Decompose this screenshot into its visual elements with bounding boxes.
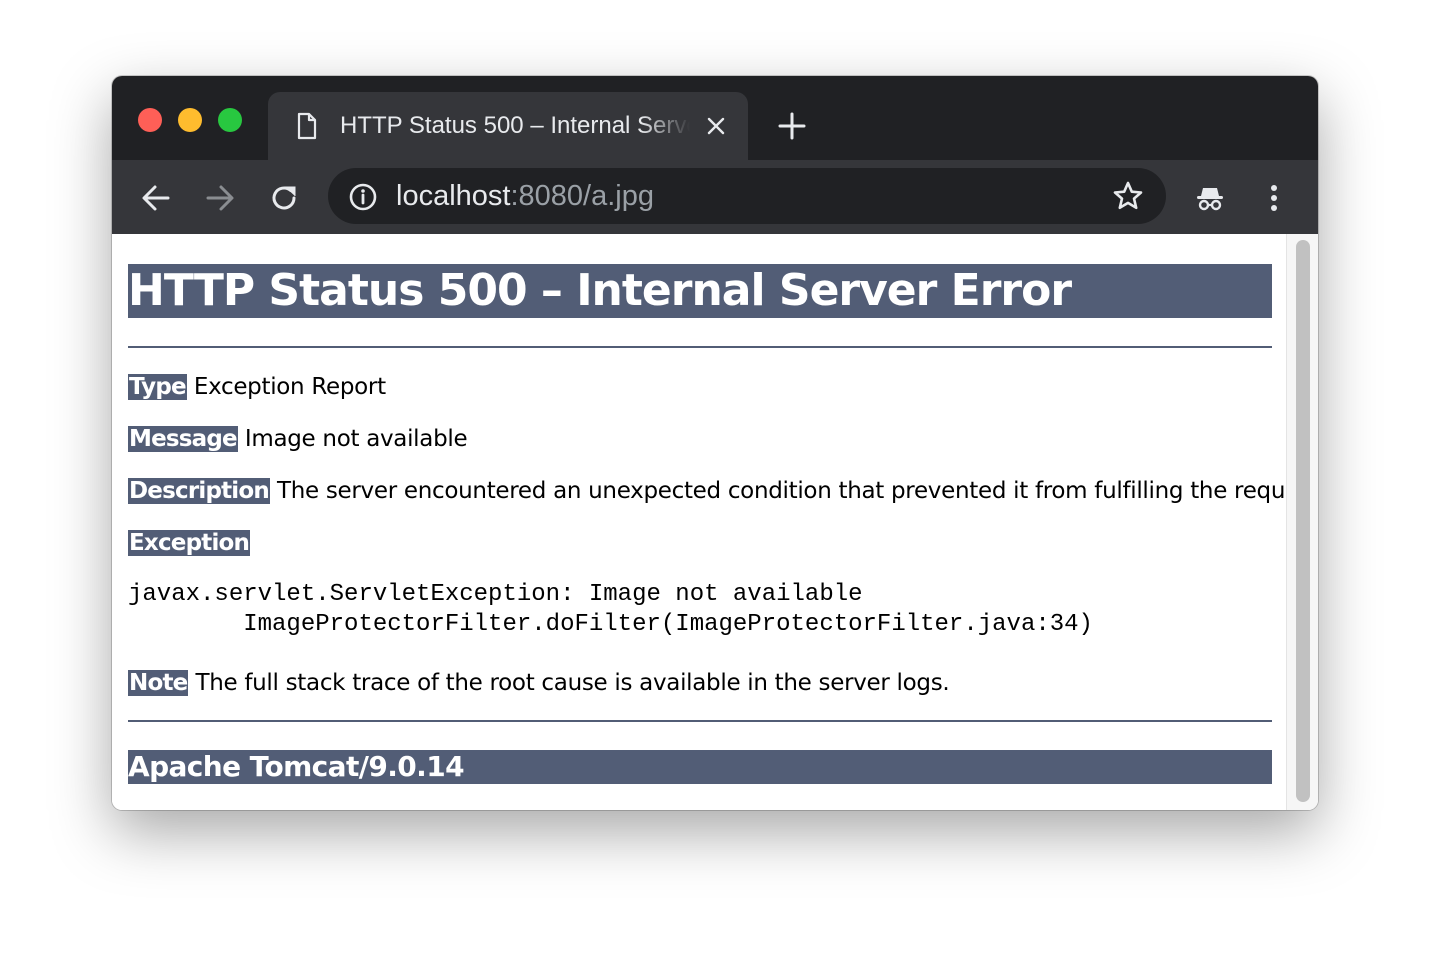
description-value: The server encountered an unexpected con… (276, 478, 1318, 504)
type-label: Type (128, 374, 187, 400)
plus-icon[interactable] (778, 112, 806, 140)
exception-line: javax.servlet.ServletException: Image no… (128, 581, 863, 608)
close-icon[interactable] (704, 114, 728, 138)
arrow-left-icon[interactable] (140, 182, 172, 214)
divider (128, 720, 1272, 722)
message-value: Image not available (244, 426, 468, 452)
page-title: HTTP Status 500 – Internal Server Error (128, 264, 1272, 318)
stack-frame-line: ImageProtectorFilter.doFilter(ImageProte… (128, 611, 1093, 638)
arrow-right-icon[interactable] (204, 182, 236, 214)
tab-title: HTTP Status 500 – Internal Server Error (340, 112, 690, 139)
divider (128, 346, 1272, 348)
browser-toolbar: localhost:8080/a.jpg (112, 160, 1318, 234)
url-path: :8080/a.jpg (510, 180, 654, 212)
description-label: Description (128, 478, 270, 504)
address-bar[interactable]: localhost:8080/a.jpg (328, 168, 1166, 224)
document-icon (297, 112, 317, 140)
incognito-icon[interactable] (1194, 182, 1226, 214)
browser-tab[interactable]: HTTP Status 500 – Internal Server Error (268, 92, 748, 160)
server-version-footer: Apache Tomcat/9.0.14 (128, 750, 1272, 784)
description-row: Description The server encountered an un… (128, 476, 1318, 506)
browser-window: HTTP Status 500 – Internal Server Error (112, 76, 1318, 810)
kebab-menu-icon[interactable] (1258, 182, 1290, 214)
url-text[interactable]: localhost:8080/a.jpg (396, 178, 654, 214)
message-label: Message (128, 426, 238, 452)
vertical-scrollbar[interactable] (1286, 234, 1318, 810)
note-value: The full stack trace of the root cause i… (195, 670, 950, 696)
type-row: Type Exception Report (128, 372, 386, 402)
message-row: Message Image not available (128, 424, 468, 454)
scrollbar-thumb[interactable] (1296, 240, 1310, 802)
zoom-window-button[interactable] (218, 108, 242, 132)
exception-label: Exception (128, 530, 251, 556)
minimize-window-button[interactable] (178, 108, 202, 132)
title-bar: HTTP Status 500 – Internal Server Error (112, 76, 1318, 160)
error-page: HTTP Status 500 – Internal Server Error … (128, 234, 1318, 810)
page-viewport: HTTP Status 500 – Internal Server Error … (112, 234, 1318, 810)
exception-row: Exception (128, 528, 251, 558)
star-icon[interactable] (1112, 180, 1144, 212)
exception-trace: javax.servlet.ServletException: Image no… (128, 580, 1093, 640)
note-label: Note (128, 670, 189, 696)
url-host: localhost (396, 180, 511, 212)
reload-icon[interactable] (268, 182, 300, 214)
info-icon[interactable] (348, 182, 378, 212)
type-value: Exception Report (193, 374, 386, 400)
close-window-button[interactable] (138, 108, 162, 132)
note-row: Note The full stack trace of the root ca… (128, 668, 950, 698)
